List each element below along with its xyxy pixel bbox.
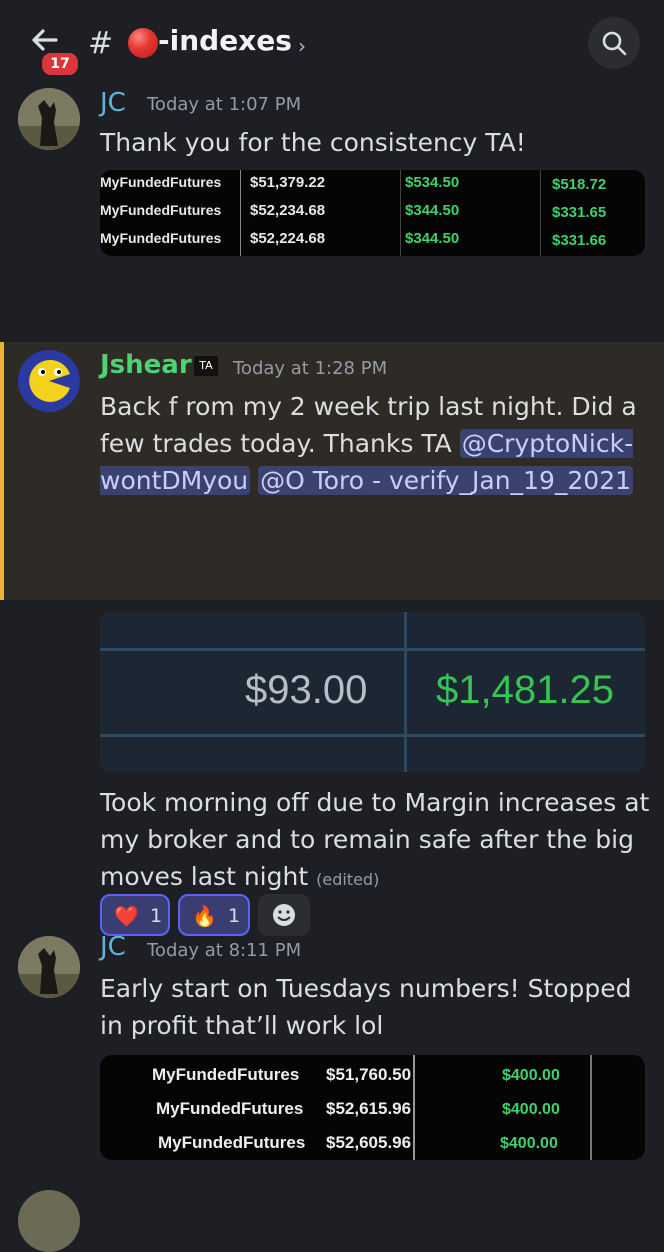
message-text: Early start on Tuesdays numbers! Stopped…: [100, 974, 632, 1040]
channel-hash-icon: #: [88, 26, 114, 61]
author-name[interactable]: Jshear: [100, 350, 192, 380]
edited-label: (edited): [316, 870, 380, 889]
chevron-right-icon[interactable]: ›: [298, 34, 306, 58]
author-name[interactable]: JC: [100, 932, 126, 962]
channel-header: 17 # -indexes ›: [0, 0, 664, 86]
pacman-avatar-image: [18, 350, 80, 412]
role-badge-icon: TA: [194, 356, 218, 376]
message-text: Thank you for the consistency TA!: [100, 128, 526, 157]
search-button[interactable]: [588, 17, 640, 69]
unread-badge: 17: [40, 51, 80, 77]
avatar[interactable]: [18, 936, 80, 998]
reaction-count: 1: [228, 905, 241, 927]
dog-avatar-image: [18, 936, 80, 998]
message[interactable]: JC Today at 1:07 PM Thank you for the co…: [0, 86, 664, 336]
next-message-avatar[interactable]: [18, 1190, 80, 1252]
attachment-image[interactable]: MyFundedFutures $51,760.50 $400.00 MyFun…: [100, 1055, 645, 1160]
search-icon: [602, 31, 627, 56]
timestamp: Today at 1:28 PM: [233, 358, 388, 379]
timestamp: Today at 8:11 PM: [147, 940, 302, 961]
red-circle-icon: [128, 28, 158, 58]
channel-title[interactable]: -indexes: [158, 24, 292, 57]
reaction-count: 1: [150, 905, 163, 927]
fire-icon: 🔥: [192, 904, 217, 928]
heart-icon: ❤️: [114, 904, 139, 928]
value-right: $1,481.25: [436, 668, 614, 712]
timestamp: Today at 1:07 PM: [147, 94, 302, 115]
attachment-image[interactable]: MyFundedFutures $51,379.22 $534.50 $518.…: [100, 170, 645, 256]
avatar[interactable]: [18, 350, 80, 412]
author-name[interactable]: JC: [100, 88, 126, 118]
value-left: $93.00: [245, 668, 368, 712]
user-mention[interactable]: @O Toro - verify_Jan_19_2021: [258, 466, 634, 495]
message-text: Back f rom my 2 week trip last night. Di…: [100, 392, 637, 495]
avatar[interactable]: [18, 88, 80, 150]
message-text: Took morning off due to Margin increases…: [100, 788, 650, 891]
attachment-image[interactable]: $93.00 $1,481.25: [100, 612, 645, 772]
dog-avatar-image: [18, 88, 80, 150]
